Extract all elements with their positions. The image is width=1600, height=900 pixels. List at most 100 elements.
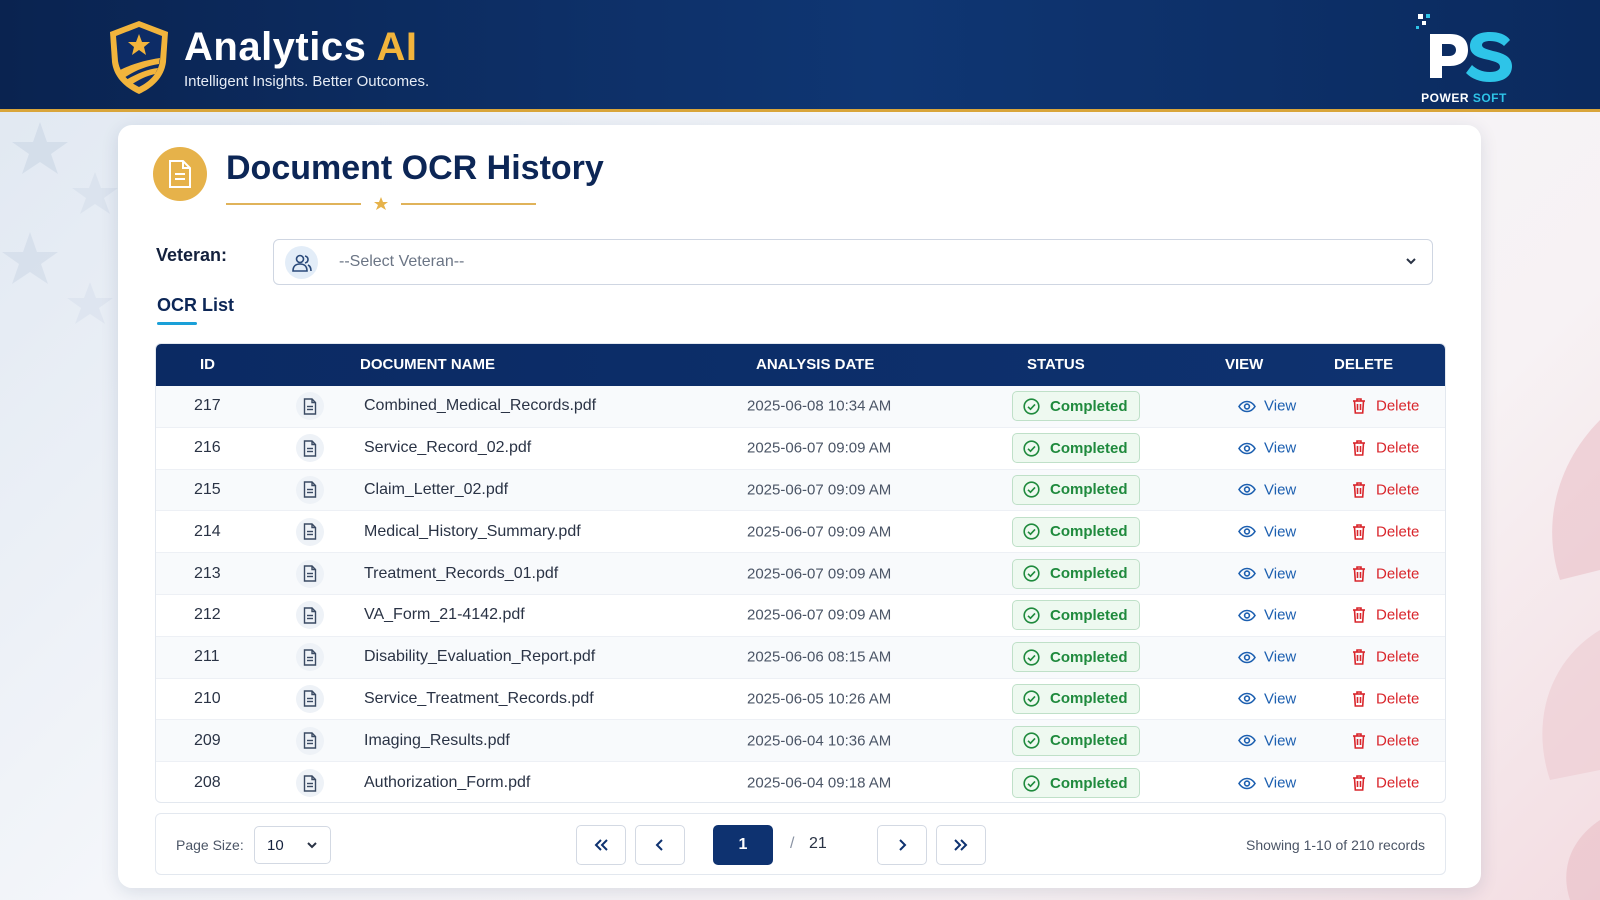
ps-logo-icon [1416, 14, 1512, 82]
delete-button[interactable]: Delete [1352, 565, 1419, 582]
delete-label: Delete [1376, 481, 1420, 499]
view-button[interactable]: View [1238, 440, 1296, 457]
delete-button[interactable]: Delete [1352, 649, 1419, 666]
table-row: 209 Imaging_Results.pdf 2025-06-04 10:36… [156, 720, 1445, 763]
status-text: Completed [1050, 690, 1128, 708]
delete-button[interactable]: Delete [1352, 607, 1419, 624]
delete-button[interactable]: Delete [1352, 775, 1419, 792]
delete-label: Delete [1376, 732, 1420, 750]
delete-label: Delete [1376, 565, 1420, 583]
row-document-name: Combined_Medical_Records.pdf [364, 397, 597, 415]
row-id: 211 [194, 648, 220, 666]
file-icon [296, 392, 324, 421]
row-analysis-date: 2025-06-07 09:09 AM [747, 606, 892, 624]
row-document-name: VA_Form_21-4142.pdf [364, 606, 525, 624]
title-underline-decoration [226, 197, 536, 210]
check-circle-icon [1023, 649, 1040, 666]
delete-button[interactable]: Delete [1352, 481, 1419, 498]
document-icon [153, 147, 207, 201]
view-button[interactable]: View [1238, 481, 1296, 498]
brand[interactable]: Analytics AI Intelligent Insights. Bette… [106, 18, 429, 96]
veteran-select[interactable]: --Select Veteran-- [273, 239, 1433, 285]
view-button[interactable]: View [1238, 649, 1296, 666]
trash-icon [1353, 523, 1365, 540]
row-id: 213 [194, 564, 221, 582]
status-text: Completed [1050, 732, 1128, 750]
view-button[interactable]: View [1238, 775, 1296, 792]
eye-icon [1238, 609, 1256, 622]
view-label: View [1264, 648, 1297, 666]
eye-icon [1238, 567, 1256, 580]
delete-label: Delete [1376, 606, 1420, 624]
delete-button[interactable]: Delete [1352, 690, 1419, 707]
status-text: Completed [1050, 481, 1128, 499]
row-document-name: Service_Record_02.pdf [364, 439, 532, 457]
view-label: View [1264, 523, 1297, 541]
status-badge: Completed [1012, 600, 1140, 631]
status-badge: Completed [1012, 474, 1140, 505]
col-status: STATUS [1027, 356, 1085, 373]
stars-decoration [2, 122, 118, 324]
row-document-name: Service_Treatment_Records.pdf [364, 689, 594, 707]
tab-ocr-list[interactable]: OCR List [157, 295, 234, 316]
delete-button[interactable]: Delete [1352, 398, 1419, 415]
row-analysis-date: 2025-06-04 10:36 AM [747, 732, 892, 750]
next-page-button[interactable] [877, 825, 927, 865]
col-analysis-date: ANALYSIS DATE [756, 356, 875, 373]
delete-label: Delete [1376, 439, 1420, 457]
eye-icon [1238, 777, 1256, 789]
delete-label: Delete [1376, 774, 1420, 792]
status-badge: Completed [1012, 768, 1140, 799]
view-button[interactable]: View [1238, 565, 1296, 582]
col-document-name: DOCUMENT NAME [360, 356, 495, 373]
row-id: 210 [194, 689, 221, 707]
row-document-name: Medical_History_Summary.pdf [364, 522, 581, 540]
first-page-button[interactable] [576, 825, 626, 865]
page-size-select[interactable]: 10 [254, 826, 331, 864]
table-row: 212 VA_Form_21-4142.pdf 2025-06-07 09:09… [156, 595, 1445, 637]
main-card: Document OCR History Veteran: --Select V… [118, 125, 1481, 888]
table-row: 214 Medical_History_Summary.pdf 2025-06-… [156, 511, 1445, 554]
view-button[interactable]: View [1238, 398, 1296, 415]
eye-icon [1238, 442, 1256, 454]
row-analysis-date: 2025-06-06 08:15 AM [747, 648, 892, 666]
trash-icon [1353, 440, 1365, 456]
file-icon [296, 601, 324, 630]
check-circle-icon [1023, 565, 1040, 582]
trash-icon [1353, 775, 1365, 791]
file-icon [296, 559, 324, 588]
row-analysis-date: 2025-06-08 10:34 AM [747, 397, 892, 415]
eye-icon [1238, 651, 1256, 663]
status-badge: Completed [1012, 433, 1140, 464]
trash-icon [1353, 732, 1365, 749]
view-button[interactable]: View [1238, 523, 1296, 540]
row-analysis-date: 2025-06-07 09:09 AM [747, 523, 892, 541]
view-button[interactable]: View [1238, 607, 1296, 624]
table-row: 208 Authorization_Form.pdf 2025-06-04 09… [156, 762, 1445, 802]
ps-logo-caption: POWER SOFT [1421, 91, 1507, 105]
status-text: Completed [1050, 774, 1128, 792]
view-button[interactable]: View [1238, 732, 1296, 749]
check-circle-icon [1023, 690, 1040, 708]
file-icon [296, 684, 324, 713]
chevron-down-icon [1406, 258, 1416, 265]
delete-button[interactable]: Delete [1352, 523, 1419, 540]
double-chevron-left-icon [594, 839, 608, 851]
status-text: Completed [1050, 439, 1128, 457]
prev-page-button[interactable] [635, 825, 685, 865]
records-info: Showing 1-10 of 210 records [1246, 837, 1425, 853]
chevron-right-icon [899, 839, 907, 851]
current-page-button[interactable]: 1 [713, 825, 773, 865]
last-page-button[interactable] [936, 825, 986, 865]
view-label: View [1264, 774, 1297, 792]
delete-button[interactable]: Delete [1352, 440, 1419, 457]
row-id: 212 [194, 606, 221, 624]
view-button[interactable]: View [1238, 690, 1296, 707]
delete-label: Delete [1376, 690, 1420, 708]
view-label: View [1264, 732, 1297, 750]
col-delete: DELETE [1334, 356, 1394, 373]
col-id: ID [200, 356, 215, 373]
brand-subtitle: Intelligent Insights. Better Outcomes. [184, 72, 430, 90]
status-text: Completed [1050, 648, 1128, 666]
delete-button[interactable]: Delete [1352, 732, 1419, 749]
